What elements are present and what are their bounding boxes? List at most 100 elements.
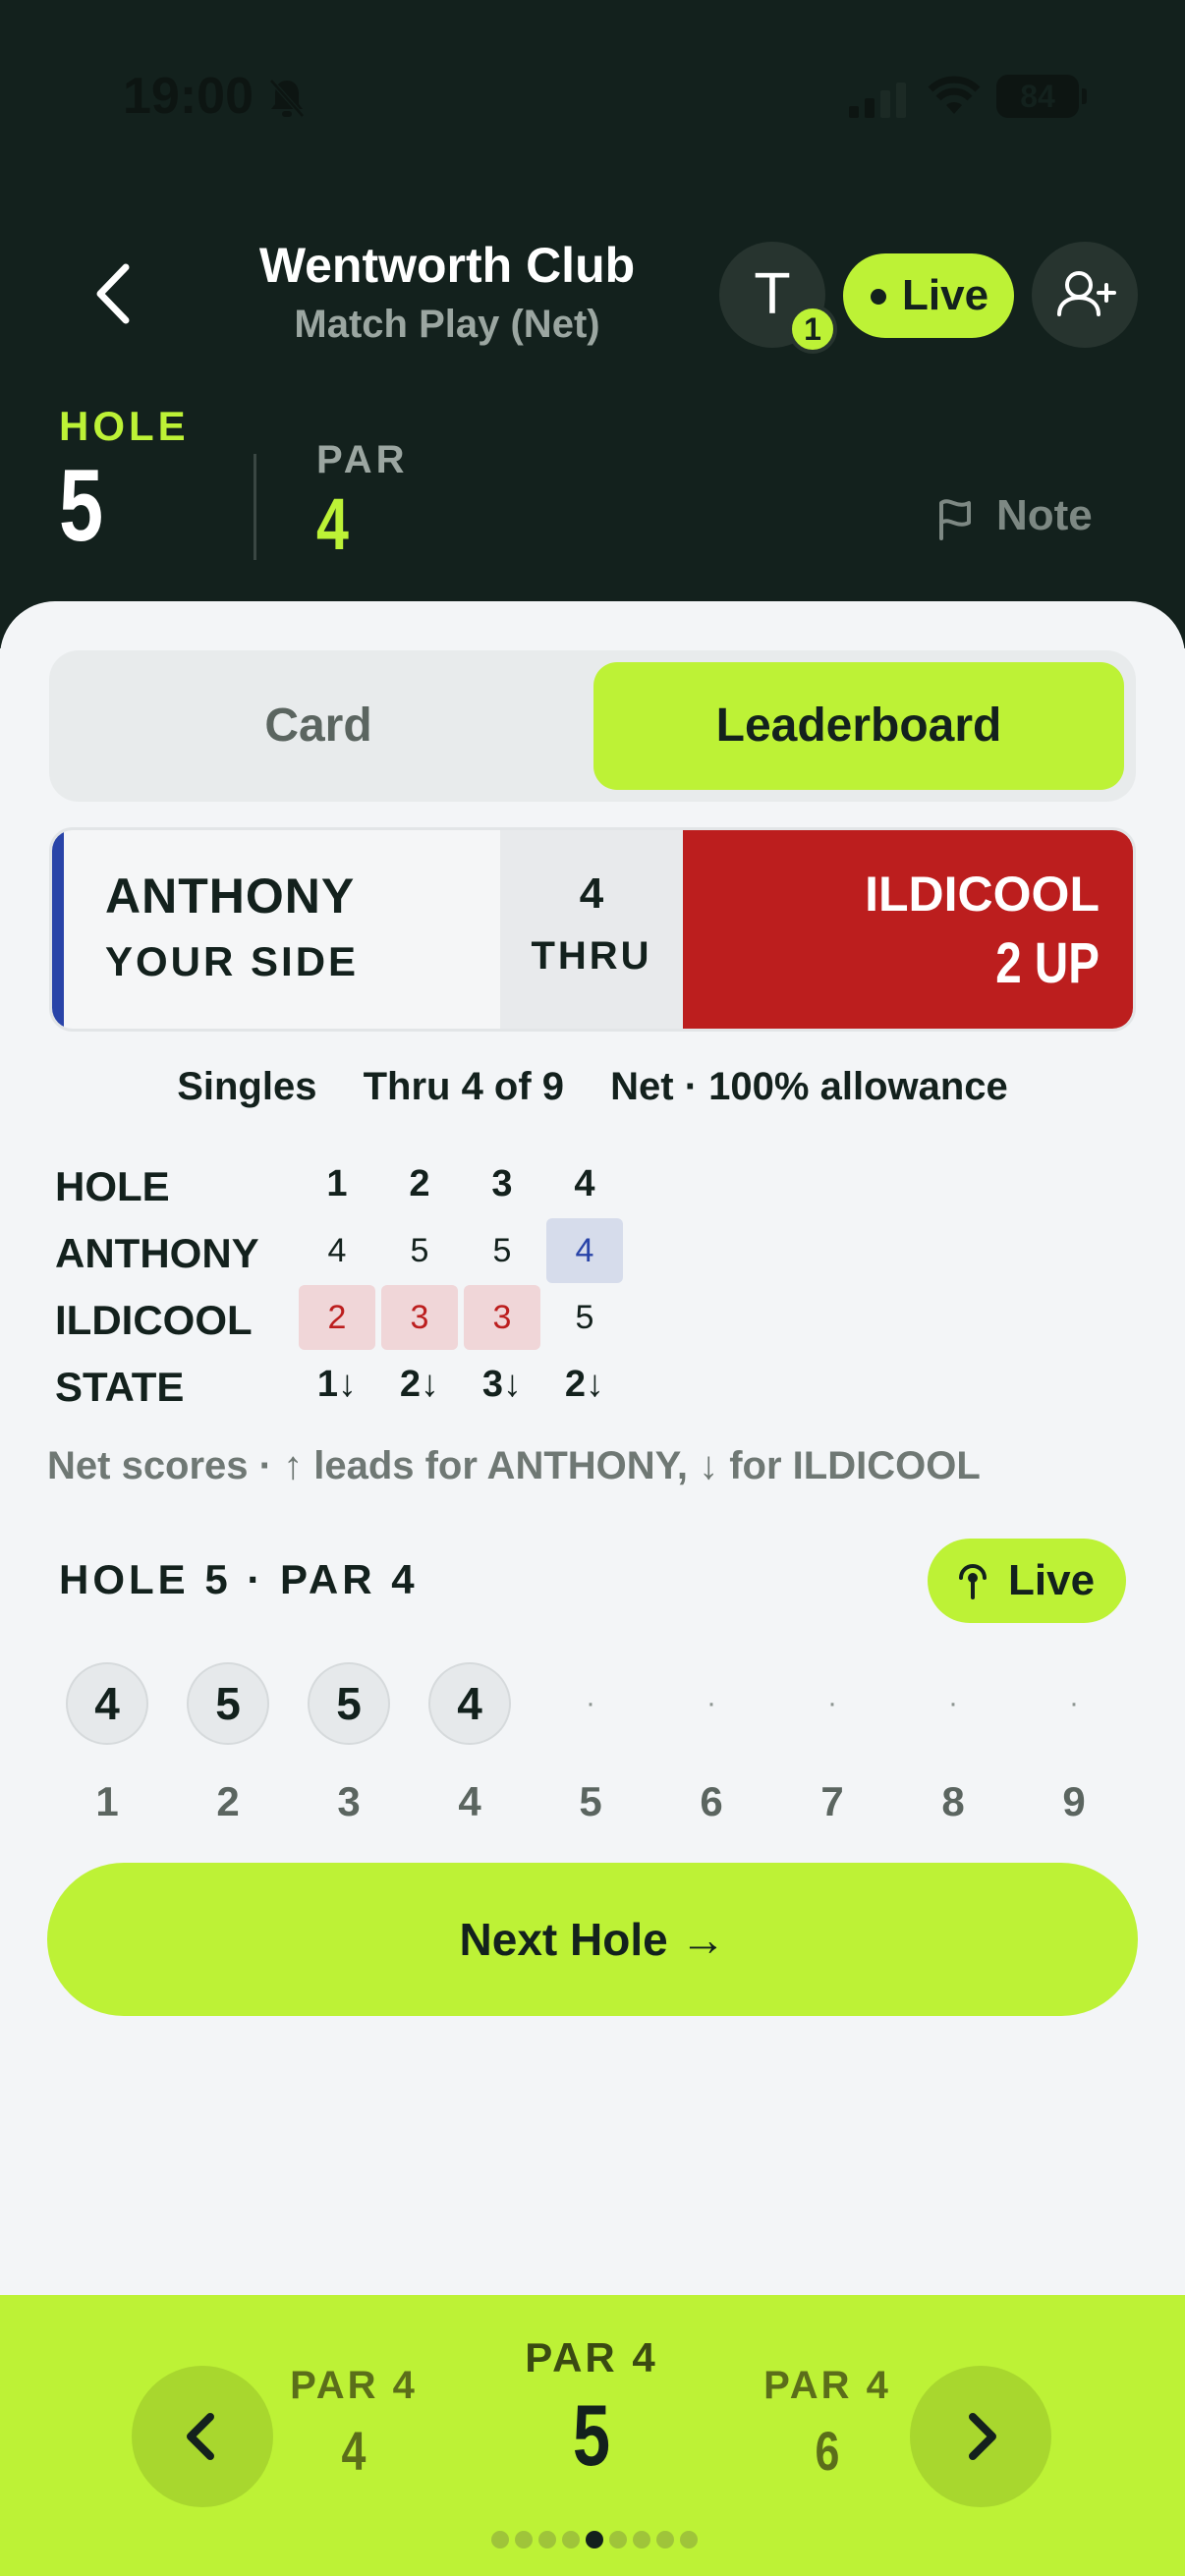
- hole-number-label: 5: [579, 1778, 602, 1824]
- wifi-icon: [928, 76, 981, 114]
- grid-hole-cell: 1: [326, 1163, 348, 1204]
- chevron-left-icon: [187, 2413, 214, 2460]
- hole-score-empty[interactable]: ·: [670, 1689, 753, 1718]
- match-info: Singles Thru 4 of 9 Net · 100% allowance: [0, 1065, 1185, 1109]
- next-hole-par: PAR 4: [763, 2364, 891, 2407]
- hole-number-label: 4: [458, 1778, 481, 1824]
- previous-hole-button[interactable]: [132, 2366, 273, 2507]
- player-color-bar: [52, 830, 64, 1029]
- match-type: Match Play (Net): [294, 303, 600, 346]
- live-chip[interactable]: Live: [928, 1539, 1126, 1623]
- ildicool-score-cell-won: 3: [464, 1285, 540, 1350]
- battery-indicator: 84: [996, 75, 1087, 118]
- note-button[interactable]: Note: [935, 489, 1102, 548]
- legend-note: Net scores · ↑ leads for ANTHONY, ↓ for …: [47, 1444, 981, 1487]
- add-player-button[interactable]: [1032, 242, 1138, 348]
- handicap-allowance: Net · 100% allowance: [610, 1065, 1008, 1108]
- match-state-cell: 1↓: [316, 1364, 358, 1405]
- par-value: 4: [316, 483, 349, 565]
- player-name: ANTHONY: [105, 868, 356, 924]
- thru-box: 4 THRU: [500, 830, 683, 1029]
- grid-hole-cell: 3: [491, 1163, 513, 1204]
- hole-score-empty[interactable]: ·: [549, 1689, 632, 1718]
- cellular-signal-icon: [849, 83, 906, 118]
- ildicool-score-cell-won: 3: [381, 1285, 458, 1350]
- prev-hole-number: 4: [341, 2420, 367, 2482]
- hole-number-label: 1: [95, 1778, 119, 1824]
- grid-label-state: STATE: [55, 1364, 185, 1410]
- hole-score-empty[interactable]: ·: [912, 1689, 994, 1718]
- match-status-card: ANTHONY YOUR SIDE 4 THRU ILDICOOL 2 UP: [49, 827, 1136, 1032]
- opponent-panel: ILDICOOL 2 UP: [683, 830, 1133, 1029]
- anthony-score-cell: 5: [492, 1232, 512, 1269]
- prev-hole-par: PAR 4: [290, 2364, 418, 2407]
- bell-off-icon: [269, 79, 305, 118]
- match-state-cell: 3↓: [481, 1364, 523, 1405]
- hole-number-label: 6: [700, 1778, 723, 1824]
- hole-score-empty[interactable]: ·: [791, 1689, 874, 1718]
- hole-section-title: HOLE 5 · PAR 4: [59, 1556, 419, 1602]
- match-state-cell: 2↓: [564, 1364, 605, 1405]
- page-indicator: [491, 2531, 698, 2550]
- hole-score-circle[interactable]: 4: [66, 1662, 148, 1745]
- hole-number-label: 8: [941, 1778, 965, 1824]
- page-dot: [633, 2531, 650, 2548]
- grid-label-hole: HOLE: [55, 1163, 170, 1209]
- text-size-button[interactable]: T 1: [719, 242, 837, 354]
- hole-label: HOLE: [59, 403, 190, 449]
- anthony-score-cell: 5: [410, 1232, 429, 1269]
- ildicool-score-cell-won: 2: [299, 1285, 375, 1350]
- antenna-icon: [959, 1564, 987, 1599]
- live-chip-label: Live: [1008, 1556, 1096, 1604]
- match-format: Singles: [177, 1065, 317, 1108]
- grid-label-anthony: ANTHONY: [55, 1230, 259, 1276]
- next-hole-nav-button[interactable]: [910, 2366, 1051, 2507]
- page-dot: [515, 2531, 533, 2548]
- tab-leaderboard[interactable]: Leaderboard: [593, 662, 1124, 790]
- page-dot: [656, 2531, 674, 2548]
- hole-score-circle[interactable]: 4: [428, 1662, 511, 1745]
- page-dot: [491, 2531, 509, 2548]
- battery-level: 84: [1020, 79, 1055, 114]
- back-button[interactable]: [79, 253, 147, 334]
- match-status: 2 UP: [995, 931, 1100, 995]
- live-dot-icon: [871, 289, 886, 305]
- hole-number-label: 2: [216, 1778, 240, 1824]
- player-side-label: YOUR SIDE: [105, 938, 360, 984]
- grid-label-ildicool: ILDICOOL: [55, 1297, 253, 1343]
- anthony-score-cell-won: 4: [546, 1218, 623, 1283]
- text-badge: 1: [788, 305, 837, 354]
- chevron-right-icon: [969, 2413, 996, 2460]
- page-dot: [586, 2531, 603, 2548]
- hole-navigator: PAR 4 4 PAR 4 5 PAR 4 6: [0, 2295, 1185, 2576]
- hole-strip: 4 5 5 4 · · · · · 1 2 3 4 5 6 7 8 9: [0, 1662, 1185, 1859]
- tab-card[interactable]: Card: [49, 662, 588, 790]
- live-label: Live: [902, 271, 989, 319]
- note-label: Note: [996, 491, 1093, 539]
- hole-score-circle[interactable]: 5: [308, 1662, 390, 1745]
- next-hole-number: 6: [815, 2420, 840, 2482]
- divider: [254, 454, 256, 560]
- thru-label: THRU: [531, 934, 652, 978]
- ildicool-score-cell: 5: [575, 1299, 594, 1336]
- hole-number: 5: [59, 449, 104, 563]
- page-dot: [609, 2531, 627, 2548]
- next-hole-button[interactable]: Next Hole →: [47, 1863, 1138, 2016]
- page-dot: [538, 2531, 556, 2548]
- hole-number-label: 9: [1062, 1778, 1086, 1824]
- par-label: PAR: [316, 438, 409, 481]
- grid-hole-cell: 2: [409, 1163, 430, 1204]
- hole-number-label: 3: [337, 1778, 361, 1824]
- content-sheet: Card Leaderboard ANTHONY YOUR SIDE 4 THR…: [0, 601, 1185, 2291]
- page-dot: [680, 2531, 698, 2548]
- grid-hole-cell: 4: [574, 1163, 595, 1204]
- page-dot: [562, 2531, 580, 2548]
- hole-number-label: 7: [820, 1778, 844, 1824]
- anthony-score-cell: 4: [327, 1232, 347, 1269]
- live-button[interactable]: Live: [843, 253, 1014, 338]
- thru-number: 4: [579, 869, 604, 918]
- hole-score-empty[interactable]: ·: [1033, 1689, 1115, 1718]
- current-hole-par: PAR 4: [525, 2334, 658, 2380]
- match-progress: Thru 4 of 9: [363, 1065, 565, 1108]
- hole-score-circle[interactable]: 5: [187, 1662, 269, 1745]
